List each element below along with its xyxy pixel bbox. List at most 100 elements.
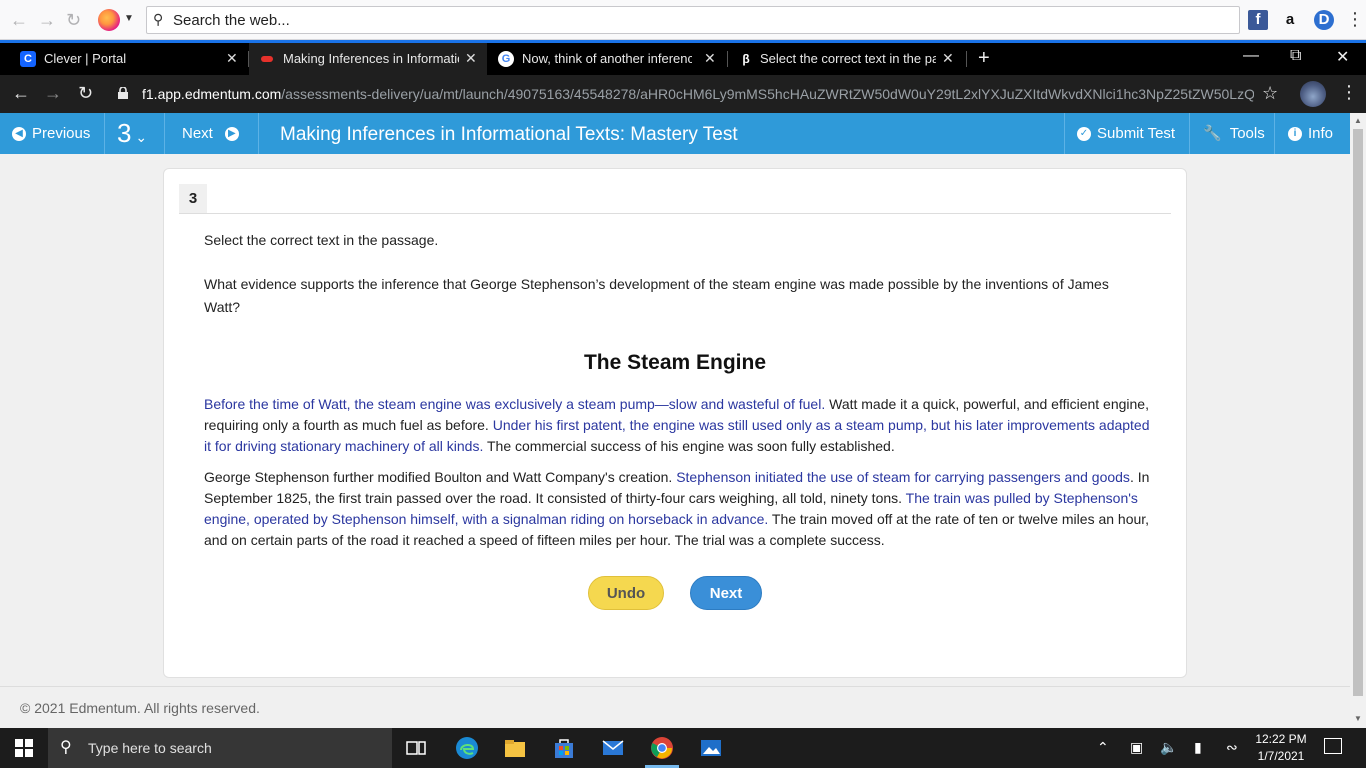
selectable-sentence[interactable]: Stephenson initiated the use of steam fo… xyxy=(676,469,1130,485)
info-button[interactable]: i Info xyxy=(1288,113,1333,154)
google-icon: G xyxy=(498,51,514,67)
chrome-icon[interactable] xyxy=(650,736,674,760)
question-prompt: What evidence supports the inference tha… xyxy=(204,276,1109,315)
taskbar-search-input[interactable]: ⚲ Type here to search xyxy=(48,728,392,768)
submit-label: Submit Test xyxy=(1097,125,1176,142)
file-explorer-icon[interactable] xyxy=(503,736,527,760)
chevron-down-icon[interactable]: ▼ xyxy=(124,13,134,24)
tools-button[interactable]: 🔧 Tools xyxy=(1203,113,1265,154)
divider xyxy=(258,113,259,154)
scroll-up-icon[interactable]: ▲ xyxy=(1354,116,1362,125)
clock-time: 12:22 PM xyxy=(1255,732,1307,746)
selectable-sentence[interactable]: Before the time of Watt, the steam engin… xyxy=(204,396,825,412)
tab-making-inferences[interactable]: Making Inferences in Informational ✕ xyxy=(249,43,487,75)
close-icon[interactable]: ✕ xyxy=(942,50,954,67)
brainly-icon: β xyxy=(742,52,750,66)
passage-paragraph-2: George Stephenson further modified Boult… xyxy=(204,467,1154,551)
web-search-input[interactable]: ⚲ Search the web... xyxy=(146,6,1240,34)
forward-arrow-icon[interactable]: → xyxy=(38,10,56,31)
submit-test-button[interactable]: ✓ Submit Test xyxy=(1077,113,1175,154)
more-vertical-icon[interactable]: ⋮ xyxy=(1340,82,1358,103)
minimize-icon[interactable]: — xyxy=(1243,47,1259,65)
url-path: /assessments-delivery/ua/mt/launch/49075… xyxy=(281,86,1254,102)
edge-icon[interactable] xyxy=(455,736,479,760)
url-field[interactable]: f1.app.edmentum.com/assessments-delivery… xyxy=(142,86,1254,102)
divider xyxy=(1189,113,1190,154)
chevron-up-icon[interactable]: ⌃ xyxy=(1097,739,1109,756)
tab-title: Now, think of another inference y xyxy=(522,51,692,66)
footer: © 2021 Edmentum. All rights reserved. xyxy=(0,686,1350,728)
passage-sentence: George Stephenson further modified Boult… xyxy=(204,469,673,485)
meet-now-icon[interactable]: ▣ xyxy=(1130,739,1143,756)
bookmark-star-icon[interactable]: ☆ xyxy=(1262,83,1278,104)
restore-icon[interactable]: ⧉ xyxy=(1290,47,1301,65)
copyright-text: © 2021 Edmentum. All rights reserved. xyxy=(20,700,260,716)
passage-sentence: The commercial success of his engine was… xyxy=(486,438,895,454)
photos-icon[interactable] xyxy=(699,736,723,760)
battery-icon[interactable]: ▮ xyxy=(1194,739,1202,756)
tools-label: Tools xyxy=(1229,125,1265,142)
clever-icon: C xyxy=(20,51,36,67)
question-number-badge: 3 xyxy=(179,184,207,213)
tab-title: Select the correct text in the pass xyxy=(760,51,936,66)
next-button[interactable]: Next xyxy=(690,576,762,610)
new-tab-plus-icon[interactable]: + xyxy=(978,47,990,70)
windows-start-icon[interactable] xyxy=(15,739,33,757)
close-icon[interactable]: ✕ xyxy=(226,50,238,67)
previous-button[interactable]: ◀ Previous xyxy=(12,113,90,154)
window-close-icon[interactable]: ✕ xyxy=(1336,47,1349,67)
divider xyxy=(104,113,105,154)
notifications-icon[interactable] xyxy=(1324,738,1342,754)
url-host: f1.app.edmentum.com xyxy=(142,86,282,102)
question-number: 3 xyxy=(117,118,132,148)
firefox-logo-icon[interactable] xyxy=(98,9,120,31)
lock-icon[interactable] xyxy=(118,87,128,99)
reload-icon[interactable]: ↻ xyxy=(78,83,93,104)
search-icon: ⚲ xyxy=(153,11,164,27)
page-title: Making Inferences in Informational Texts… xyxy=(280,124,738,145)
tab-strip: C Clever | Portal ✕ Making Inferences in… xyxy=(0,43,1366,75)
forward-arrow-icon[interactable]: → xyxy=(44,83,62,104)
divider xyxy=(1274,113,1275,154)
back-arrow-icon[interactable]: ← xyxy=(12,83,30,104)
vertical-scrollbar[interactable]: ▲ ▼ xyxy=(1350,113,1366,728)
store-icon[interactable] xyxy=(552,736,576,760)
next-nav-button[interactable]: Next ▶ xyxy=(182,113,239,154)
task-view-icon[interactable] xyxy=(404,736,428,760)
wifi-icon[interactable]: ∾ xyxy=(1226,739,1238,756)
divider xyxy=(179,213,1171,214)
close-icon[interactable]: ✕ xyxy=(465,50,477,67)
tab-google-search[interactable]: G Now, think of another inference y ✕ xyxy=(488,43,726,75)
previous-label: Previous xyxy=(32,125,91,142)
passage-title: The Steam Engine xyxy=(583,351,767,374)
tab-clever[interactable]: C Clever | Portal ✕ xyxy=(0,43,248,75)
question-number-dropdown[interactable]: 3 ⌄ xyxy=(117,113,147,154)
back-arrow-icon[interactable]: ← xyxy=(10,10,28,31)
avatar[interactable] xyxy=(1300,81,1326,107)
question-instruction: Select the correct text in the passage. xyxy=(204,232,439,248)
scroll-down-icon[interactable]: ▼ xyxy=(1354,714,1362,723)
address-bar-row: ← → ↻ f1.app.edmentum.com/assessments-de… xyxy=(0,75,1366,113)
tab-title: Clever | Portal xyxy=(44,51,127,66)
info-icon: i xyxy=(1288,127,1302,142)
web-search-placeholder: Search the web... xyxy=(173,12,290,29)
clock[interactable]: 12:22 PM 1/7/2021 xyxy=(1248,731,1314,765)
wrench-icon: 🔧 xyxy=(1203,125,1222,142)
mail-icon[interactable] xyxy=(601,736,625,760)
close-icon[interactable]: ✕ xyxy=(704,50,716,67)
passage-paragraph-1: Before the time of Watt, the steam engin… xyxy=(204,394,1154,457)
amazon-icon[interactable]: a xyxy=(1280,10,1300,30)
profile-d-icon[interactable]: D xyxy=(1314,10,1334,30)
facebook-icon[interactable]: f xyxy=(1248,10,1268,30)
more-vertical-icon[interactable]: ⋮ xyxy=(1346,9,1364,30)
undo-button[interactable]: Undo xyxy=(588,576,664,610)
tab-title: Making Inferences in Informational xyxy=(283,51,459,66)
scrollbar-thumb[interactable] xyxy=(1353,129,1363,696)
reload-icon[interactable]: ↻ xyxy=(66,10,81,31)
test-header: ◀ Previous 3 ⌄ Next ▶ Making Inferences in… xyxy=(0,113,1350,154)
volume-icon[interactable]: 🔈 xyxy=(1160,739,1177,756)
taskbar: ⚲ Type here to search ⌃ ▣ 🔈 ▮ ∾ 12:22 PM xyxy=(0,728,1366,768)
tab-separator xyxy=(966,51,967,67)
tab-brainly[interactable]: β Select the correct text in the pass ✕ xyxy=(728,43,966,75)
chevron-down-icon: ⌄ xyxy=(131,129,148,145)
